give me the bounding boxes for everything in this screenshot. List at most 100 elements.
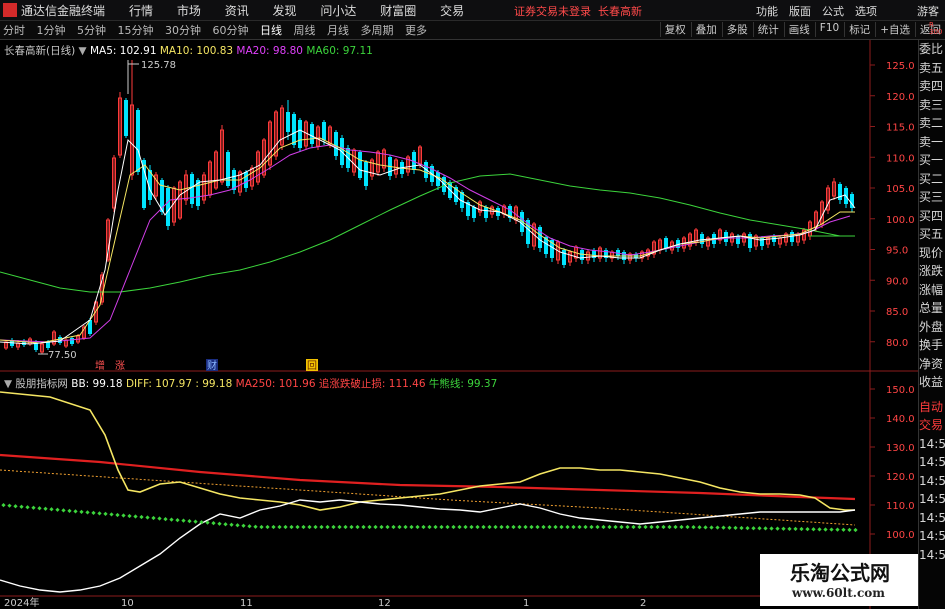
- mark-button[interactable]: 标记: [844, 22, 874, 37]
- tab-multi-period[interactable]: 多周期: [361, 24, 394, 37]
- login-notice[interactable]: 证券交易未登录 长春高新: [514, 3, 642, 19]
- bull-bear-dot: [289, 524, 294, 530]
- stock-title[interactable]: 长春高新(日线): [4, 45, 75, 57]
- stats-button[interactable]: 统计: [752, 22, 783, 37]
- side-item-buy1[interactable]: 买一: [919, 151, 945, 170]
- bull-bear-dot: [7, 503, 12, 508]
- bull-bear-dot: [823, 527, 828, 532]
- draw-line-button[interactable]: 画线: [783, 22, 814, 37]
- menu-options[interactable]: 选项: [855, 3, 877, 19]
- ma10-label: MA10: 100.83: [159, 45, 234, 57]
- side-item-buy5[interactable]: 买五: [919, 225, 945, 244]
- menu-item-discover[interactable]: 发现: [273, 4, 297, 18]
- tab-5min[interactable]: 5分钟: [77, 24, 106, 37]
- bull-bear-dot: [43, 506, 48, 511]
- bull-bear-dot: [715, 525, 720, 530]
- tab-weekly[interactable]: 周线: [294, 24, 316, 37]
- menu-item-trade[interactable]: 交易: [440, 4, 464, 18]
- candle: [280, 105, 284, 150]
- candle: [580, 248, 584, 264]
- side-time-row: 14:56: [919, 436, 945, 451]
- chevron-down-icon[interactable]: ▼: [4, 378, 12, 390]
- bull-bear-dot: [139, 514, 144, 520]
- bull-bear-dot: [145, 515, 150, 520]
- indicator-title[interactable]: 股朋指标网: [15, 378, 68, 390]
- candle: [802, 228, 806, 244]
- bull-bear-dot: [703, 525, 708, 530]
- multi-stock-button[interactable]: 多股: [721, 22, 752, 37]
- bull-bear-dot: [175, 517, 180, 523]
- app-title-bar: 通达信金融终端 行情 市场 资讯 发现 问小达 财富圈 交易 证券交易未登录 长…: [0, 0, 945, 21]
- candle: [718, 228, 722, 244]
- menu-item-markets[interactable]: 市场: [177, 4, 201, 18]
- adjust-button[interactable]: 复权: [659, 22, 690, 37]
- bull-bear-dot: [451, 524, 456, 530]
- bb-label: BB: 99.18: [71, 378, 123, 390]
- menu-item-ask[interactable]: 问小达: [320, 4, 356, 18]
- bull-bear-dot: [283, 524, 288, 530]
- menu-function[interactable]: 功能: [756, 3, 778, 19]
- menu-formula[interactable]: 公式: [822, 3, 844, 19]
- side-item-outer[interactable]: 外盘: [919, 318, 945, 337]
- menu-item-market[interactable]: 行情: [129, 4, 153, 18]
- bull-bear-dot: [643, 524, 648, 530]
- side-item-sell3[interactable]: 卖三: [919, 96, 945, 115]
- tab-30min[interactable]: 30分钟: [165, 24, 201, 37]
- corner-code: R 300: [929, 21, 943, 36]
- overlay-button[interactable]: 叠加: [690, 22, 721, 37]
- bull-bear-dot: [253, 524, 258, 529]
- f10-button[interactable]: F10: [814, 22, 843, 37]
- menu-guest[interactable]: 游客: [917, 3, 939, 19]
- bull-bear-dot: [427, 524, 432, 530]
- bull-bear-dot: [193, 519, 198, 524]
- candle: [136, 108, 140, 175]
- tab-intraday[interactable]: 分时: [3, 24, 25, 37]
- side-item-auto[interactable]: 自动: [919, 398, 945, 417]
- app-logo-icon: [3, 3, 17, 17]
- tab-1min[interactable]: 1分钟: [37, 24, 66, 37]
- candle: [832, 178, 836, 200]
- bull-bear-dot: [607, 524, 612, 530]
- side-item-net-assets[interactable]: 净资: [919, 355, 945, 374]
- tab-more[interactable]: 更多: [405, 24, 427, 37]
- side-item-sell2[interactable]: 卖二: [919, 114, 945, 133]
- event-marker-zhang: 涨: [115, 360, 125, 372]
- tab-daily[interactable]: 日线: [260, 24, 282, 37]
- side-item-sell1[interactable]: 卖一: [919, 133, 945, 152]
- main-y-tick: 120.0: [886, 92, 915, 103]
- side-item-weibi[interactable]: 委比: [919, 40, 945, 59]
- add-watchlist-button[interactable]: +自选: [875, 22, 914, 37]
- side-item-turnover[interactable]: 换手: [919, 336, 945, 355]
- menu-item-wealth[interactable]: 财富圈: [380, 4, 416, 18]
- bull-bear-dot: [727, 525, 732, 530]
- side-item-buy2[interactable]: 买二: [919, 170, 945, 189]
- side-item-change[interactable]: 涨跌: [919, 262, 945, 281]
- menu-item-news[interactable]: 资讯: [225, 4, 249, 18]
- side-item-earnings[interactable]: 收益: [919, 373, 945, 392]
- side-item-sell4[interactable]: 卖四: [919, 77, 945, 96]
- chart-canvas[interactable]: 125.0 120.0 115.0 110.0 105.0 100.0 95.0 90.0 85…: [0, 40, 918, 609]
- main-y-tick: 105.0: [886, 184, 915, 195]
- tab-monthly[interactable]: 月线: [327, 24, 349, 37]
- ma60-label: MA60: 97.11: [306, 45, 373, 57]
- side-item-price[interactable]: 现价: [919, 244, 945, 263]
- side-item-buy3[interactable]: 买三: [919, 188, 945, 207]
- side-item-buy4[interactable]: 买四: [919, 207, 945, 226]
- menu-layout[interactable]: 版面: [789, 3, 811, 19]
- chevron-down-icon[interactable]: ▼: [79, 45, 87, 57]
- tab-15min[interactable]: 15分钟: [118, 24, 154, 37]
- tab-60min[interactable]: 60分钟: [213, 24, 249, 37]
- side-item-trade[interactable]: 交易: [919, 416, 945, 435]
- side-item-sell5[interactable]: 卖五: [919, 59, 945, 78]
- candle: [406, 155, 410, 176]
- bull-bear-dot: [163, 516, 168, 522]
- candle: [838, 182, 842, 204]
- side-item-change-pct[interactable]: 涨幅: [919, 281, 945, 300]
- side-item-volume[interactable]: 总量: [919, 299, 945, 318]
- bull-bear-dot: [247, 524, 252, 529]
- bull-bear-dot: [313, 524, 318, 530]
- bull-bear-dot: [487, 524, 492, 530]
- bull-bear-dot: [583, 524, 588, 530]
- bull-bear-dot: [25, 505, 30, 510]
- bull-bear-dot: [277, 524, 282, 530]
